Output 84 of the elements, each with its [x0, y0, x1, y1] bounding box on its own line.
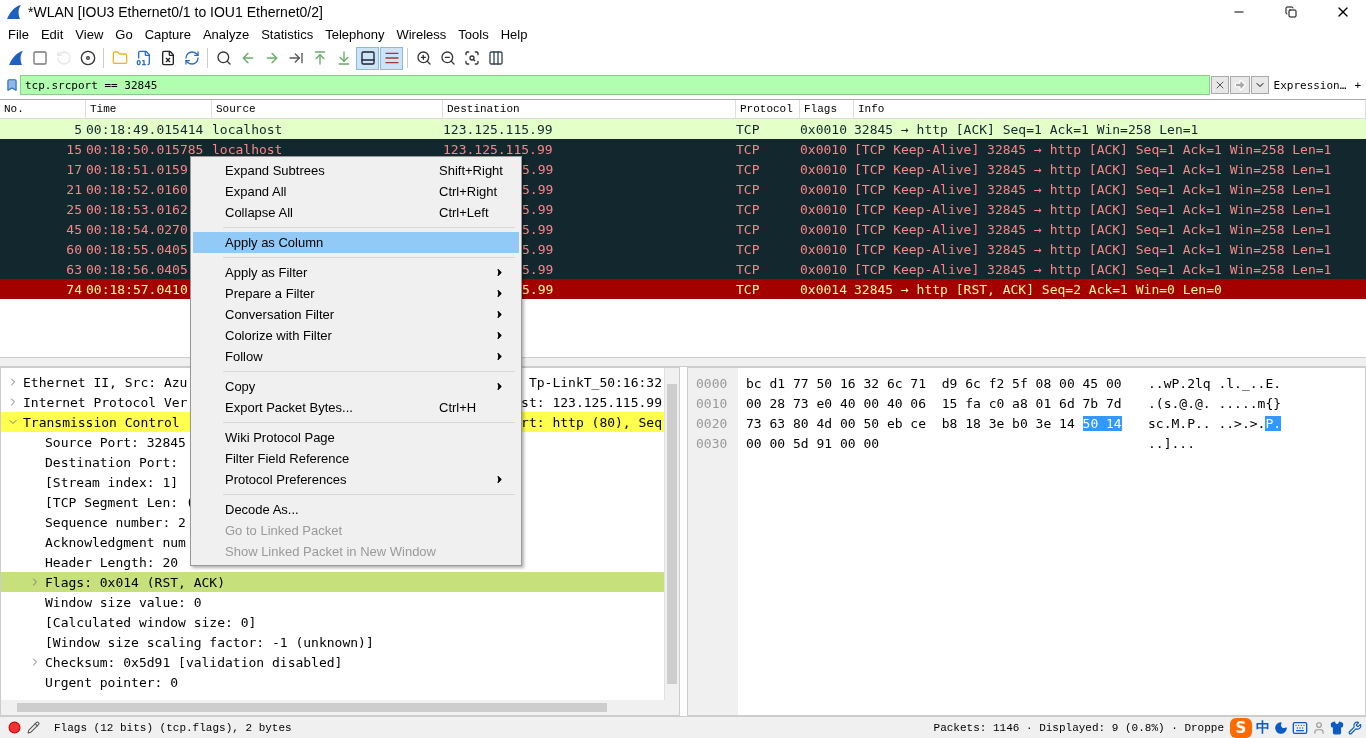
table-cell-text: 5.99 [522, 261, 555, 277]
table-cell-text: 123.125.115.99 [443, 141, 554, 157]
hex-bytes: 00 00 5d 91 00 00 [746, 435, 881, 453]
table-cell-text: [TCP Keep-Alive] 32845 → http [ACK] Seq=1 Ack=1 Win=258 Len=1 [854, 181, 1333, 197]
table-cell-text: 5.99 [522, 201, 555, 217]
table-cell-text: 0x0014 [800, 281, 848, 297]
table-cell-text: [TCP Keep-Alive] 32845 → http [ACK] Seq=1 Ack=1 Win=258 Len=1 [854, 261, 1333, 277]
field-text: Ethernet II, Src: Azu [23, 374, 188, 390]
table-cell-text: [TCP Keep-Alive] 32845 → http [ACK] Seq=1 Ack=1 Win=258 Len=1 [854, 241, 1333, 257]
field-text: rt: http (80), Seq [521, 414, 663, 430]
table-cell-text: [TCP Keep-Alive] 32845 → http [ACK] Seq=1 Ack=1 Win=258 Len=1 [854, 161, 1333, 177]
table-cell-text: 00:18:52.0160 [86, 181, 189, 197]
field-text: st: 123.125.115.99 [521, 394, 663, 410]
table-cell-text: 0x0010 [800, 161, 848, 177]
table-cell-text: 5.99 [522, 241, 555, 257]
table-cell-text: 0x0010 [800, 201, 848, 217]
byte-offset: 0010 [695, 395, 729, 413]
table-cell-text: 25 [65, 201, 83, 217]
table-cell-text: [TCP Keep-Alive] 32845 → http [ACK] Seq=1 Ack=1 Win=258 Len=1 [854, 201, 1333, 217]
table-cell-text: 21 [65, 181, 83, 197]
table-cell-text: 15 [65, 141, 83, 157]
table-cell-text: TCP [736, 281, 761, 297]
table-cell-text: TCP [736, 201, 761, 217]
table-cell-text: 0x0010 [800, 241, 848, 257]
table-cell-text: 00:18:51.0159 [86, 161, 189, 177]
byte-offset: 0020 [695, 415, 729, 433]
table-cell-text: 5.99 [522, 161, 555, 177]
field-text: Checksum: 0x5d91 [validation disabled] [45, 654, 343, 670]
ascii-bytes: ..wP.2lq .l._..E. [1148, 375, 1282, 393]
ascii-bytes: ..]... [1148, 435, 1196, 453]
table-cell-text: TCP [736, 181, 761, 197]
field-text: [Window size scaling factor: -1 (unknown)] [45, 634, 374, 650]
table-cell-text: 45 [65, 221, 83, 237]
table-cell-text: [TCP Keep-Alive] 32845 → http [ACK] Seq=1 Ack=1 Win=258 Len=1 [854, 141, 1333, 157]
table-cell-text: 00:18:53.0162 [86, 201, 189, 217]
table-cell-text: 00:18:55.0405 [86, 241, 189, 257]
table-cell-text: TCP [736, 241, 761, 257]
table-cell-text: TCP [736, 261, 761, 277]
table-cell-text: 32845 → http [RST, ACK] Seq=2 Ack=1 Win=0 Len=0 [854, 281, 1223, 297]
table-cell-text: 0x0010 [800, 261, 848, 277]
hex-bytes: 73 63 80 4d 00 50 eb ce b8 18 3e b0 3e 14 50 14 [746, 415, 1123, 433]
table-cell-text: 0x0010 [800, 181, 848, 197]
field-text: Transmission Control [23, 414, 180, 430]
table-cell-text: localhost [212, 121, 284, 137]
field-text: Urgent pointer: 0 [45, 674, 179, 690]
table-cell-text: TCP [736, 121, 761, 137]
field-text: Tp-LinkT_50:16:32 [528, 374, 663, 390]
table-cell-text: 5.99 [522, 181, 555, 197]
table-cell-text: 00:18:50.015785 [86, 141, 205, 157]
table-cell-text: 00:18:56.0405 [86, 261, 189, 277]
table-cell-text: 00:18:49.015414 [86, 121, 205, 137]
table-cell-text: 0x0010 [800, 221, 848, 237]
field-text: Header Length: 20 [45, 554, 179, 570]
field-text: [Calculated window size: 0] [45, 614, 257, 630]
hex-bytes: bc d1 77 50 16 32 6c 71 d9 6c f2 5f 08 00 45 00 [746, 375, 1123, 393]
byte-offset: 0000 [695, 375, 729, 393]
table-cell-text: TCP [736, 161, 761, 177]
table-cell-text: 74 [65, 281, 83, 297]
ascii-bytes: sc.M.P.. ..>.>.P. [1148, 415, 1282, 433]
table-cell-text: [TCP Keep-Alive] 32845 → http [ACK] Seq=1 Ack=1 Win=258 Len=1 [854, 221, 1333, 237]
table-cell-text: 17 [65, 161, 83, 177]
ascii-bytes: .(s.@.@. .....m{} [1148, 395, 1282, 413]
table-cell-text: 32845 → http [ACK] Seq=1 Ack=1 Win=258 Len=1 [854, 121, 1200, 137]
table-cell-text: 5 [73, 121, 83, 137]
field-text: Window size value: 0 [45, 594, 202, 610]
table-cell-text: 63 [65, 261, 83, 277]
table-cell-text: 5.99 [522, 281, 555, 297]
table-cell-text: 0x0010 [800, 121, 848, 137]
table-cell-text: TCP [736, 141, 761, 157]
window-title: *WLAN [IOU3 Ethernet0/1 to IOU1 Ethernet0/2] [28, 4, 324, 20]
hex-bytes: 00 28 73 e0 40 00 40 06 15 fa c0 a8 01 6d 7b 7d [746, 395, 1123, 413]
table-cell-text: 00:18:57.0410 [86, 281, 189, 297]
field-text: Flags: 0x014 (RST, ACK) [45, 574, 225, 590]
table-cell-text: localhost [212, 141, 284, 157]
table-cell-text: 123.125.115.99 [443, 121, 554, 137]
status-text: Flags (12 bits) (tcp.flags), 2 bytes [54, 721, 293, 734]
table-cell-text: 00:18:54.0270 [86, 221, 189, 237]
byte-offset: 0030 [695, 435, 729, 453]
field-text: Internet Protocol Ver [23, 394, 188, 410]
table-cell-text: 5.99 [522, 221, 555, 237]
packet-count-text: Packets: 1146 · Displayed: 9 (0.8%) · Droppe [933, 721, 1224, 734]
table-cell-text: TCP [736, 221, 761, 237]
table-cell-text: 60 [65, 241, 83, 257]
table-cell-text: 0x0010 [800, 141, 848, 157]
